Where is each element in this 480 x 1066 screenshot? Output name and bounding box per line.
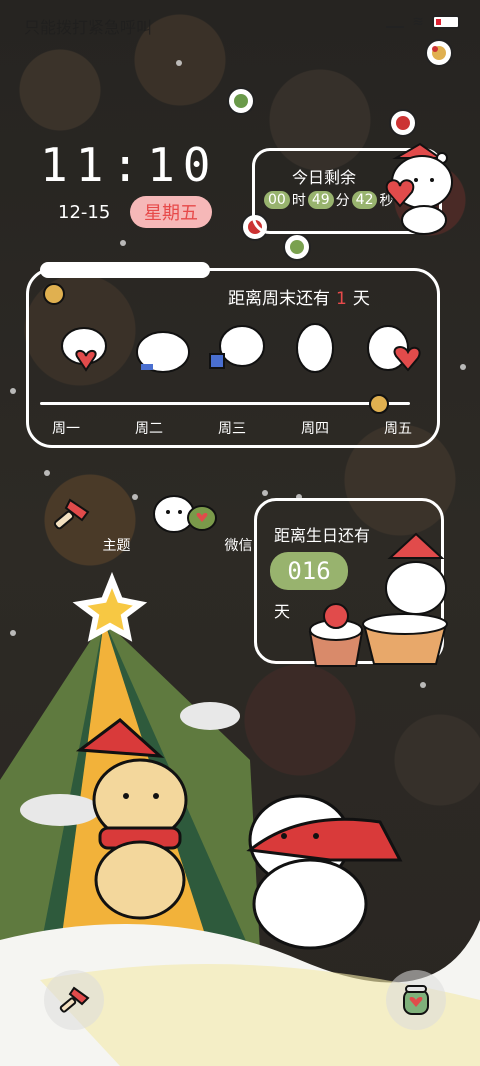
snow-dot: [44, 470, 50, 476]
puppy-sleeping-icon: [136, 331, 190, 373]
weekday-label: 周三: [218, 421, 246, 437]
weekend-days-left: 1: [336, 289, 347, 309]
status-bar: 只能拨打紧急呼叫 ≋: [0, 0, 480, 40]
battery-icon: [432, 15, 460, 29]
puppy-drink-icon: [209, 325, 265, 369]
dock-theme-button[interactable]: [44, 970, 104, 1030]
dock-jar-button[interactable]: [386, 970, 446, 1030]
weekend-suffix: 天: [352, 289, 370, 309]
weekday-badge: 星期五: [130, 196, 212, 228]
snow-decoration: [40, 262, 210, 278]
ornament-badge-icon: [425, 39, 453, 67]
countdown-row: 00 时 49 分 42 秒: [264, 190, 393, 210]
weekend-title: 距离周末还有 1 天: [228, 284, 370, 309]
snow-dot: [10, 388, 16, 394]
ornament-badge-icon: [283, 233, 311, 261]
clock-date: 12-15: [58, 202, 111, 223]
countdown-hours-unit: 时: [291, 193, 306, 209]
weekday-label: 周五: [384, 421, 412, 437]
bear-heart-illustration: [385, 142, 453, 235]
puppy-waving-icon: [296, 323, 334, 373]
carrier-text: 只能拨打紧急呼叫: [24, 18, 153, 37]
countdown-hours: 00: [264, 191, 290, 209]
divider: [40, 402, 410, 405]
puppy-heart-icon: [367, 325, 421, 372]
ornament-badge-icon: [389, 109, 417, 137]
ornament-badge-icon: [227, 87, 255, 115]
countdown-seconds: 42: [351, 191, 378, 209]
weekday-label: 周二: [135, 421, 163, 437]
paintbrush-icon: [59, 986, 90, 1013]
wifi-icon: ≋: [412, 14, 424, 30]
snow-dot: [120, 240, 126, 246]
countdown-title: 今日剩余: [292, 168, 357, 187]
jar-heart-icon: [403, 985, 429, 1015]
weekday-label: 周四: [301, 421, 329, 437]
snow-dot: [460, 364, 466, 370]
app-wechat[interactable]: 微信: [150, 490, 252, 555]
puppy-row: [54, 318, 424, 390]
bell-icon: [43, 283, 65, 305]
countdown-minutes-unit: 分: [335, 193, 350, 209]
signal-icon: [386, 16, 405, 28]
snow-dot: [132, 494, 138, 500]
app-theme[interactable]: 主题: [44, 490, 130, 555]
weekday-labels: 周一 周二 周三 周四 周五: [52, 418, 412, 438]
snow-dot: [262, 490, 268, 496]
weekend-prefix: 距离周末还有: [228, 289, 330, 309]
countdown-minutes: 49: [307, 191, 334, 209]
clock-time[interactable]: 11:10: [40, 138, 218, 192]
bell-ornament-icon: [369, 394, 389, 414]
app-label: 主题: [102, 538, 131, 554]
wechat-icon: [153, 495, 217, 533]
paintbrush-icon: [53, 498, 90, 530]
app-label: 微信: [224, 538, 253, 554]
puppy-heart-icon: [61, 327, 107, 372]
weekday-label: 周一: [52, 421, 80, 437]
snow-dot: [176, 60, 182, 66]
